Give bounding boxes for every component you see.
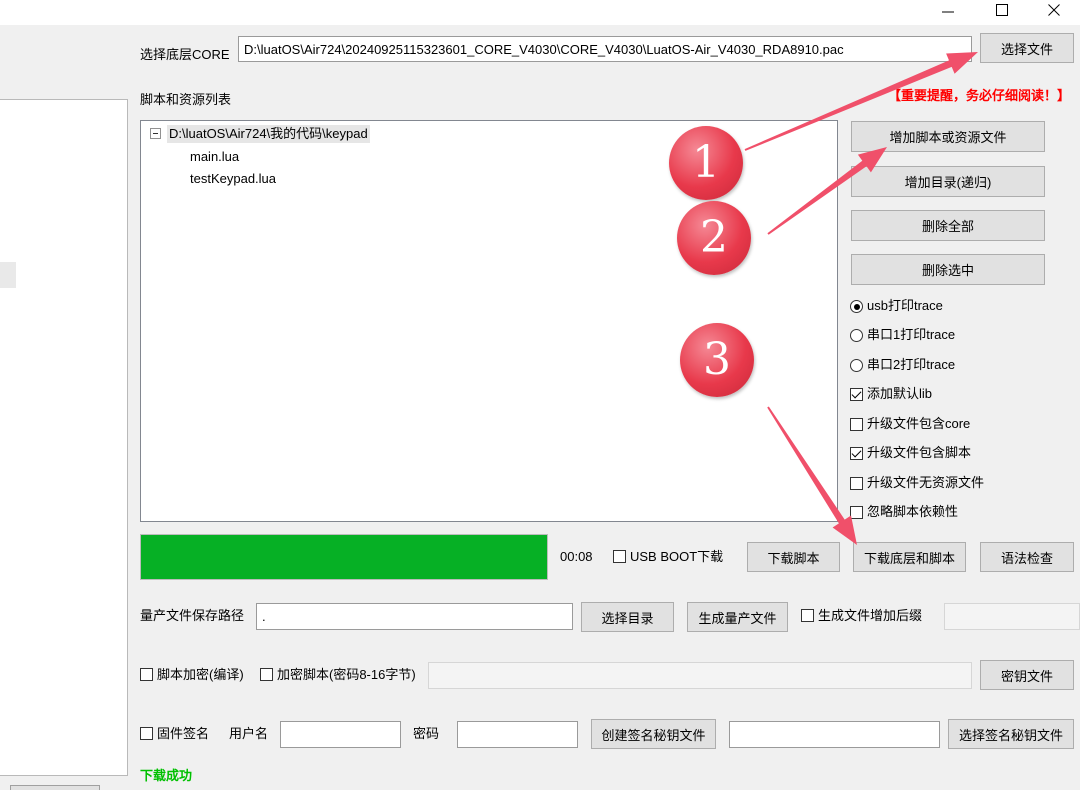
script-compile-label[interactable]: 脚本加密(编译) — [157, 666, 244, 684]
download-progress-bar — [140, 534, 548, 580]
firmware-sign-checkbox[interactable] — [140, 727, 153, 740]
minimize-icon — [942, 11, 954, 13]
script-compile-checkbox[interactable] — [140, 668, 153, 681]
left-panel — [0, 99, 128, 776]
close-icon — [1048, 4, 1060, 16]
mass-production-path-label: 量产文件保存路径 — [140, 608, 245, 623]
left-bottom-control — [10, 785, 100, 790]
usb-boot-label[interactable]: USB BOOT下载 — [630, 548, 723, 566]
annotation-marker-number: 1 — [692, 137, 720, 188]
add-script-resource-button[interactable]: 增加脚本或资源文件 — [851, 121, 1045, 152]
title-bar — [0, 0, 1080, 25]
password-label: 密码 — [413, 726, 440, 741]
include-script-checkbox[interactable] — [850, 447, 863, 460]
delete-selected-button[interactable]: 删除选中 — [851, 254, 1045, 285]
add-suffix-checkbox[interactable] — [801, 609, 814, 622]
download-core-and-script-button[interactable]: 下载底层和脚本 — [853, 542, 966, 572]
add-suffix-label[interactable]: 生成文件增加后缀 — [818, 607, 922, 625]
add-default-lib-checkbox[interactable] — [850, 388, 863, 401]
tree-item-file[interactable]: testKeypad.lua — [190, 170, 276, 188]
add-default-lib-label[interactable]: 添加默认lib — [867, 385, 932, 403]
add-directory-button[interactable]: 增加目录(递归) — [851, 166, 1045, 197]
include-script-label[interactable]: 升级文件包含脚本 — [867, 444, 971, 462]
progress-fill — [141, 535, 547, 579]
firmware-sign-label[interactable]: 固件签名 — [157, 725, 209, 743]
trace-usb-radio[interactable] — [850, 300, 863, 313]
mass-production-path-input[interactable] — [256, 603, 573, 630]
no-resource-checkbox[interactable] — [850, 477, 863, 490]
suffix-input — [944, 603, 1080, 630]
trace-uart1-radio[interactable] — [850, 329, 863, 342]
ignore-dependency-checkbox[interactable] — [850, 506, 863, 519]
sign-key-path-input[interactable] — [729, 721, 940, 748]
annotation-marker-1: 1 — [669, 126, 743, 200]
password-input[interactable] — [457, 721, 578, 748]
select-core-file-button[interactable]: 选择文件 — [980, 33, 1074, 63]
tree-item-file[interactable]: main.lua — [190, 148, 239, 166]
ignore-dependency-label[interactable]: 忽略脚本依赖性 — [867, 503, 958, 521]
left-panel-scroll-handle[interactable] — [0, 262, 16, 288]
download-script-button[interactable]: 下载脚本 — [747, 542, 840, 572]
annotation-marker-3: 3 — [680, 323, 754, 397]
include-core-label[interactable]: 升级文件包含core — [867, 415, 970, 433]
core-path-input[interactable] — [238, 36, 972, 62]
maximize-button[interactable] — [982, 0, 1022, 20]
tree-root-folder[interactable]: D:\luatOS\Air724\我的代码\keypad — [167, 125, 370, 143]
maximize-icon — [996, 4, 1008, 16]
key-file-button[interactable]: 密钥文件 — [980, 660, 1074, 690]
elapsed-time: 00:08 — [560, 549, 593, 564]
encrypt-password-input — [428, 662, 972, 689]
generate-mass-production-button[interactable]: 生成量产文件 — [687, 602, 788, 632]
syntax-check-button[interactable]: 语法检查 — [980, 542, 1074, 572]
close-button[interactable] — [1034, 0, 1074, 20]
delete-all-button[interactable]: 删除全部 — [851, 210, 1045, 241]
trace-uart2-label[interactable]: 串口2打印trace — [867, 356, 955, 374]
include-core-checkbox[interactable] — [850, 418, 863, 431]
collapse-toggle-icon[interactable] — [150, 128, 161, 139]
script-encrypt-label[interactable]: 加密脚本(密码8-16字节) — [277, 666, 416, 684]
annotation-marker-number: 3 — [703, 334, 731, 385]
download-status: 下载成功 — [140, 768, 193, 783]
core-label: 选择底层CORE — [140, 47, 230, 62]
select-sign-key-button[interactable]: 选择签名秘钥文件 — [948, 719, 1074, 749]
username-input[interactable] — [280, 721, 401, 748]
trace-uart1-label[interactable]: 串口1打印trace — [867, 326, 955, 344]
important-notice-link[interactable]: 【重要提醒，务必仔细阅读！】 — [888, 88, 1070, 106]
trace-uart2-radio[interactable] — [850, 359, 863, 372]
annotation-marker-2: 2 — [677, 201, 751, 275]
create-sign-key-button[interactable]: 创建签名秘钥文件 — [591, 719, 716, 749]
select-directory-button[interactable]: 选择目录 — [581, 602, 674, 632]
username-label: 用户名 — [229, 726, 269, 741]
trace-usb-label[interactable]: usb打印trace — [867, 297, 943, 315]
annotation-marker-number: 2 — [700, 212, 728, 263]
usb-boot-checkbox[interactable] — [613, 550, 626, 563]
minimize-button[interactable] — [928, 0, 968, 20]
no-resource-label[interactable]: 升级文件无资源文件 — [867, 474, 984, 492]
script-list-label: 脚本和资源列表 — [140, 92, 232, 107]
script-encrypt-checkbox[interactable] — [260, 668, 273, 681]
